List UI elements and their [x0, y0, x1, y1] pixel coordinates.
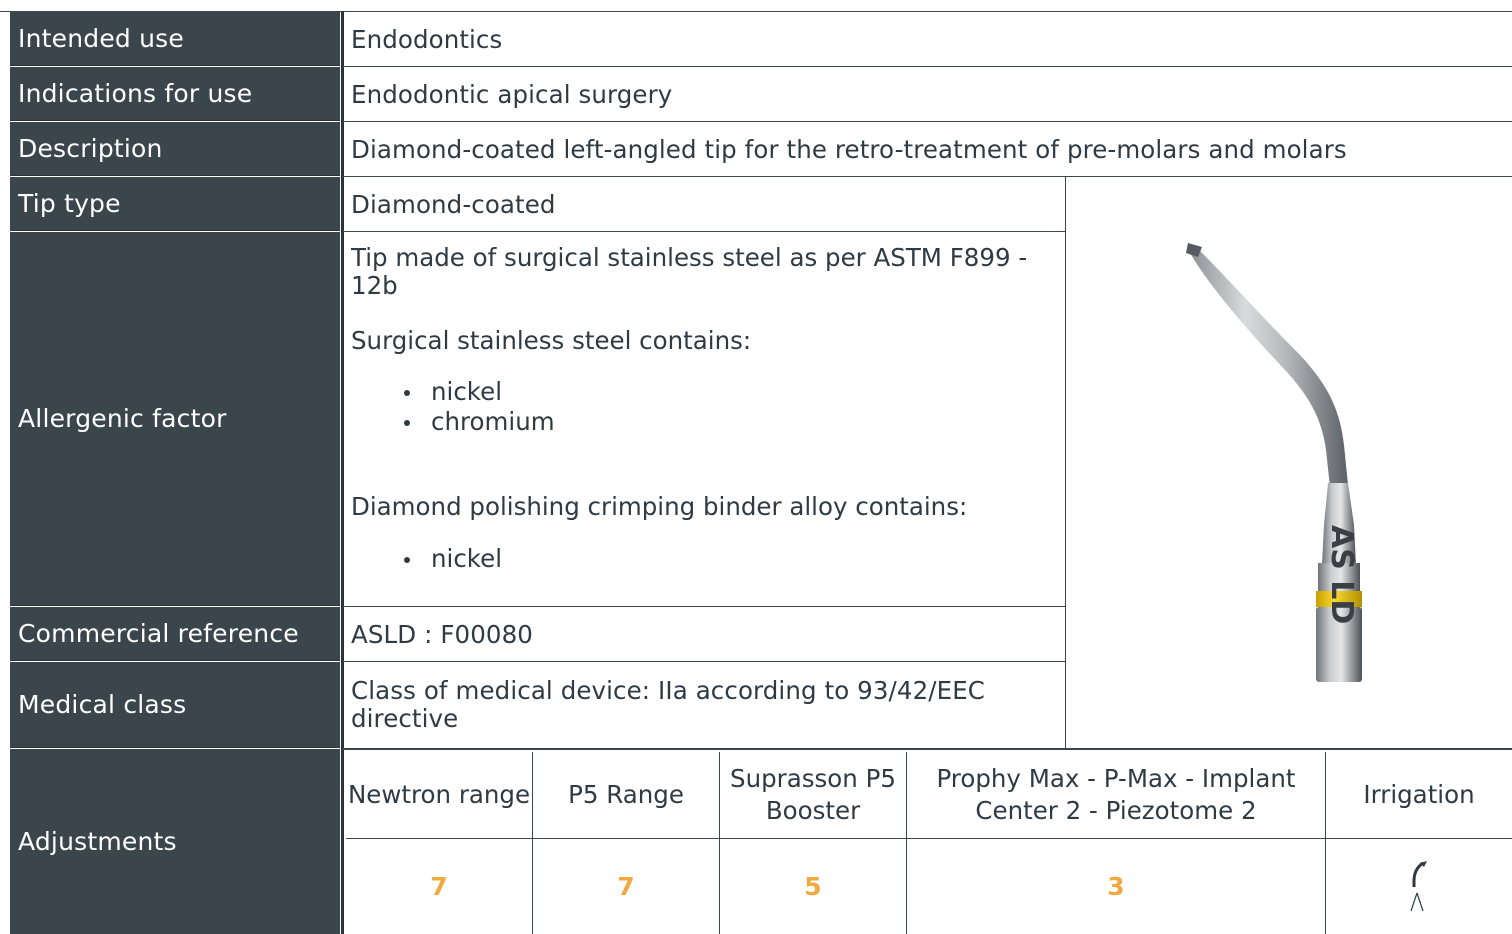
allergen-text-3: Diamond polishing crimping binder alloy … — [351, 492, 968, 521]
adj-value-prophy: 3 — [1107, 872, 1125, 901]
col-border — [906, 752, 907, 934]
allergen-text-2: Surgical stainless steel contains: — [351, 326, 752, 355]
tip-engraving: AS LD — [1324, 525, 1359, 624]
value-allergenic: Tip made of surgical stainless steel as … — [351, 244, 1051, 574]
label-indications: Indications for use — [10, 67, 340, 121]
top-border — [0, 0, 1512, 12]
allergen-list-1: nickel chromium — [351, 377, 1051, 437]
adj-header-newtron: Newtron range — [347, 780, 531, 809]
list-item: chromium — [351, 407, 1051, 437]
adj-header-prophy: Prophy Max - P-Max - Implant Center 2 - … — [936, 764, 1296, 825]
col-border — [532, 752, 533, 934]
col-border — [1325, 752, 1326, 934]
allergen-list-2: nickel — [351, 544, 1051, 574]
label-intended-use: Intended use — [10, 12, 340, 66]
list-item: nickel — [351, 377, 1051, 407]
adj-value-irrigation — [1326, 839, 1512, 934]
value-tip-type: Diamond-coated — [342, 177, 1065, 232]
adj-value-newtron: 7 — [430, 872, 448, 901]
value-indications: Endodontic apical surgery — [342, 67, 1512, 122]
value-commercial: ASLD : F00080 — [342, 607, 1065, 662]
label-tip-type: Tip type — [10, 177, 340, 231]
tip-image: AS LD — [1186, 243, 1362, 682]
adj-header-p5: P5 Range — [568, 780, 684, 809]
adj-value-p5: 7 — [617, 872, 635, 901]
col-border — [719, 752, 720, 934]
label-medical-class: Medical class — [10, 662, 340, 748]
irrigation-icon — [1410, 860, 1427, 911]
value-description: Diamond-coated left-angled tip for the r… — [342, 122, 1512, 177]
label-adjustments: Adjustments — [10, 749, 340, 934]
list-item: nickel — [351, 544, 1051, 574]
label-commercial: Commercial reference — [10, 607, 340, 661]
value-intended-use: Endodontics — [342, 12, 1512, 67]
label-allergenic: Allergenic factor — [10, 232, 340, 606]
adj-header-irrigation: Irrigation — [1363, 780, 1475, 809]
allergen-text-1: Tip made of surgical stainless steel as … — [351, 243, 1028, 300]
label-description: Description — [10, 122, 340, 176]
adj-value-suprasson: 5 — [804, 872, 822, 901]
adj-header-suprasson: Suprasson P5 Booster — [730, 764, 896, 825]
adjustments-top-border — [342, 749, 1512, 750]
